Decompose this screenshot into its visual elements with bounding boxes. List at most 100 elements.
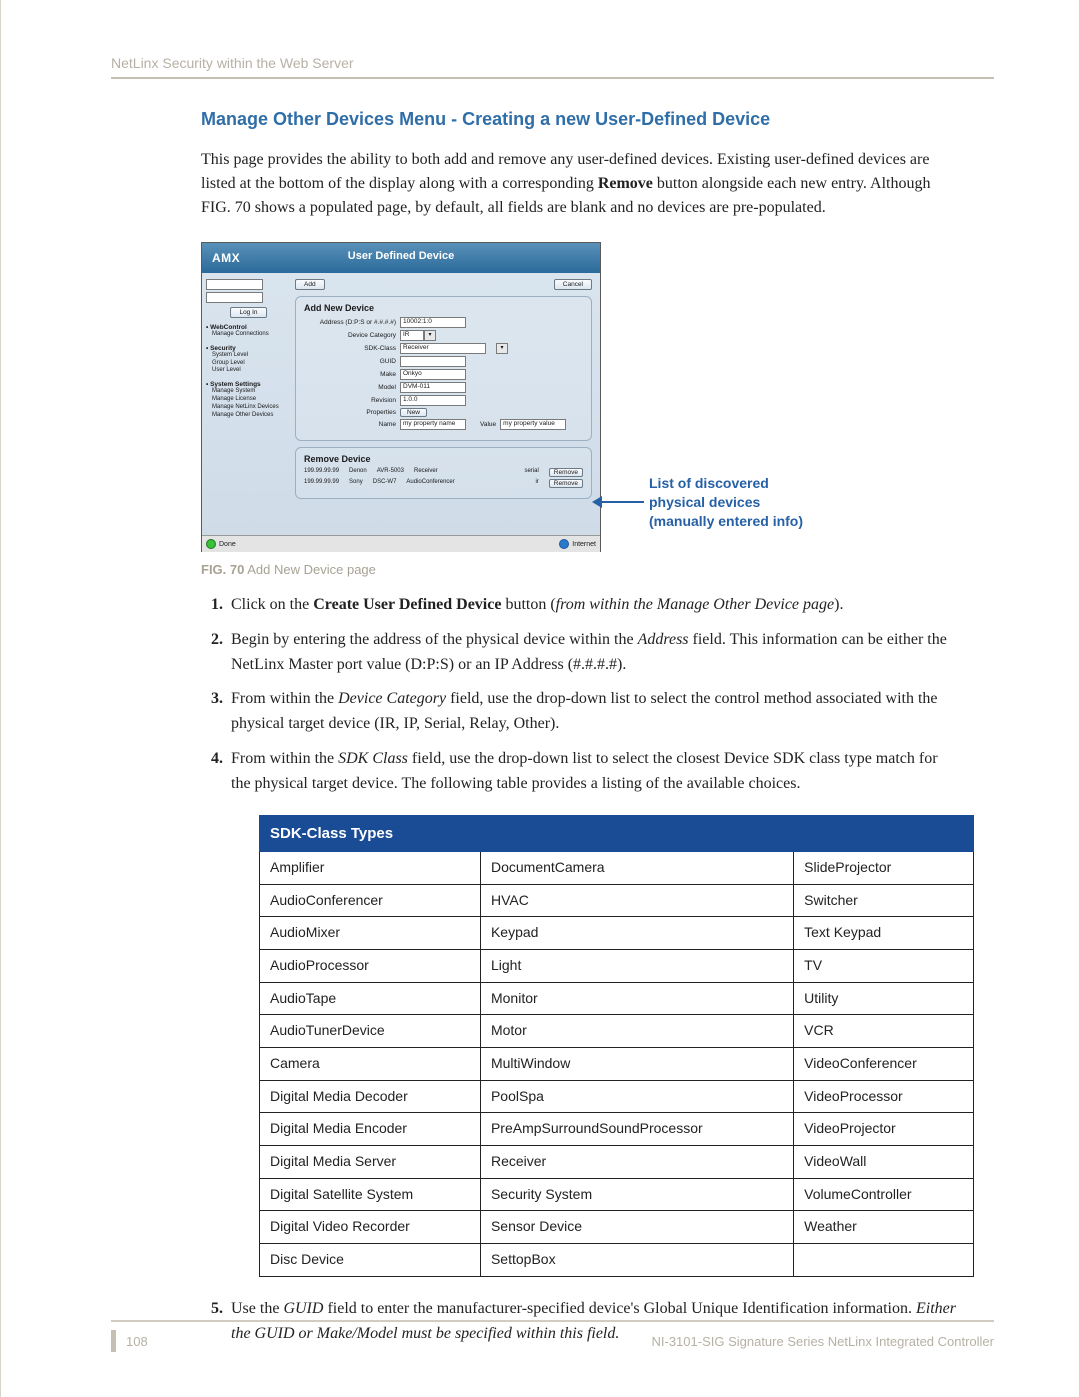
remove-panel-title: Remove Device [304,454,583,464]
sidebar-item[interactable]: Manage NetLinx Devices [212,404,291,412]
cancel-button[interactable]: Cancel [554,279,592,290]
revision-input[interactable]: 1.0.0 [400,395,466,406]
login-id-field[interactable] [206,279,263,290]
table-row: Digital Video RecorderSensor DeviceWeath… [260,1211,974,1244]
login-pw-field[interactable] [206,292,263,303]
step-1: Click on the Create User Defined Device … [227,593,959,618]
table-row: AmplifierDocumentCameraSlideProjector [260,851,974,884]
remove-button[interactable]: Remove [549,468,583,477]
sidebar-item[interactable]: Manage System [212,388,291,396]
sidebar-security: • Security [206,345,291,352]
table-row: CameraMultiWindowVideoConferencer [260,1047,974,1080]
sidebar-webcontrol: • WebControl [206,324,291,331]
status-bar: Done Internet [202,535,600,552]
table-cell: AudioProcessor [260,949,481,982]
category-select[interactable]: IR [400,330,424,341]
table-row: Digital Satellite SystemSecurity SystemV… [260,1178,974,1211]
sidebar-item[interactable]: Manage License [212,396,291,404]
table-cell: VolumeController [794,1178,974,1211]
table-header: SDK-Class Types [260,815,974,851]
table-cell: Digital Media Encoder [260,1113,481,1146]
sdkclass-select[interactable]: Receiver [400,343,486,354]
prop-name-label: Name [304,421,400,428]
revision-label: Revision [304,397,400,404]
table-cell: AudioTape [260,982,481,1015]
table-row: Digital Media DecoderPoolSpaVideoProcess… [260,1080,974,1113]
chevron-down-icon[interactable]: ▾ [424,330,436,341]
table-row: Digital Media ServerReceiverVideoWall [260,1146,974,1179]
table-cell: PreAmpSurroundSoundProcessor [480,1113,793,1146]
table-cell: Weather [794,1211,974,1244]
table-cell: TV [794,949,974,982]
table-cell: Digital Video Recorder [260,1211,481,1244]
add-panel-title: Add New Device [304,303,583,313]
table-cell: Disc Device [260,1244,481,1277]
table-row: 199.99.99.99 Sony DSC-W7 AudioConference… [304,479,583,488]
annotation-label: List of discovered physical devices (man… [649,474,909,531]
page-footer: 108 NI-3101-SIG Signature Series NetLinx… [111,1320,994,1352]
sidebar-item[interactable]: Group Level [212,360,291,368]
table-cell: AudioMixer [260,917,481,950]
screen-title: User Defined Device [348,250,454,262]
remove-button[interactable]: Remove [549,479,583,488]
table-cell: AudioConferencer [260,884,481,917]
sidebar-item[interactable]: System Level [212,352,291,360]
step-3: From within the Device Category field, u… [227,687,959,737]
screenshot-main: Add Cancel Add New Device Address (D:P:S… [295,273,600,535]
table-row: Disc DeviceSettopBox [260,1244,974,1277]
table-row: AudioProcessorLightTV [260,949,974,982]
header-rule [111,77,994,79]
internet-icon [559,539,569,549]
guid-input[interactable] [400,356,466,367]
table-cell: Sensor Device [480,1211,793,1244]
table-cell: VideoProjector [794,1113,974,1146]
screenshot-sidebar: Log In • WebControl Manage Connections •… [202,273,295,535]
login-button[interactable]: Log In [230,307,266,318]
table-cell: DocumentCamera [480,851,793,884]
table-cell: AudioTunerDevice [260,1015,481,1048]
add-new-device-panel: Add New Device Address (D:P:S or #.#.#.#… [295,296,592,441]
table-cell: Receiver [480,1146,793,1179]
table-cell: PoolSpa [480,1080,793,1113]
chevron-down-icon[interactable]: ▾ [496,343,508,354]
sidebar-item[interactable]: User Level [212,367,291,375]
table-cell: Digital Satellite System [260,1178,481,1211]
sidebar-system-settings: • System Settings [206,381,291,388]
category-label: Device Category [304,332,400,339]
status-done-icon [206,539,216,549]
prop-value-input[interactable]: my property value [500,419,566,430]
model-input[interactable]: DVM-011 [400,382,466,393]
table-cell: VCR [794,1015,974,1048]
prop-name-input[interactable]: my property name [400,419,466,430]
model-label: Model [304,384,400,391]
sidebar-item[interactable]: Manage Connections [212,331,291,339]
table-cell: Digital Media Server [260,1146,481,1179]
table-cell: VideoConferencer [794,1047,974,1080]
sidebar-item[interactable]: Manage Other Devices [212,412,291,420]
sdk-class-types-table: SDK-Class Types AmplifierDocumentCameraS… [259,815,974,1277]
make-input[interactable]: Onkyo [400,369,466,380]
table-cell: Security System [480,1178,793,1211]
table-cell: VideoProcessor [794,1080,974,1113]
table-cell: Motor [480,1015,793,1048]
remove-device-panel: Remove Device 199.99.99.99 Denon AVR-500… [295,447,592,499]
new-property-button[interactable]: New [400,408,427,417]
table-cell: Amplifier [260,851,481,884]
annotation-arrow [596,495,646,509]
add-button[interactable]: Add [295,279,325,290]
table-cell: VideoWall [794,1146,974,1179]
table-cell: Utility [794,982,974,1015]
table-cell: Text Keypad [794,917,974,950]
numbered-steps: Click on the Create User Defined Device … [201,593,959,1346]
properties-label: Properties [304,409,400,416]
address-input[interactable]: 10002:1:0 [400,317,466,328]
running-header: NetLinx Security within the Web Server [111,55,994,71]
intro-paragraph: This page provides the ability to both a… [201,148,959,220]
table-row: Digital Media EncoderPreAmpSurroundSound… [260,1113,974,1146]
amx-logo: AMX [212,251,240,265]
table-cell: Light [480,949,793,982]
table-row: AudioMixerKeypadText Keypad [260,917,974,950]
address-label: Address (D:P:S or #.#.#.#) [304,319,400,326]
table-cell: Switcher [794,884,974,917]
add-new-device-screenshot: AMX User Defined Device Log In • WebCont… [201,242,601,552]
